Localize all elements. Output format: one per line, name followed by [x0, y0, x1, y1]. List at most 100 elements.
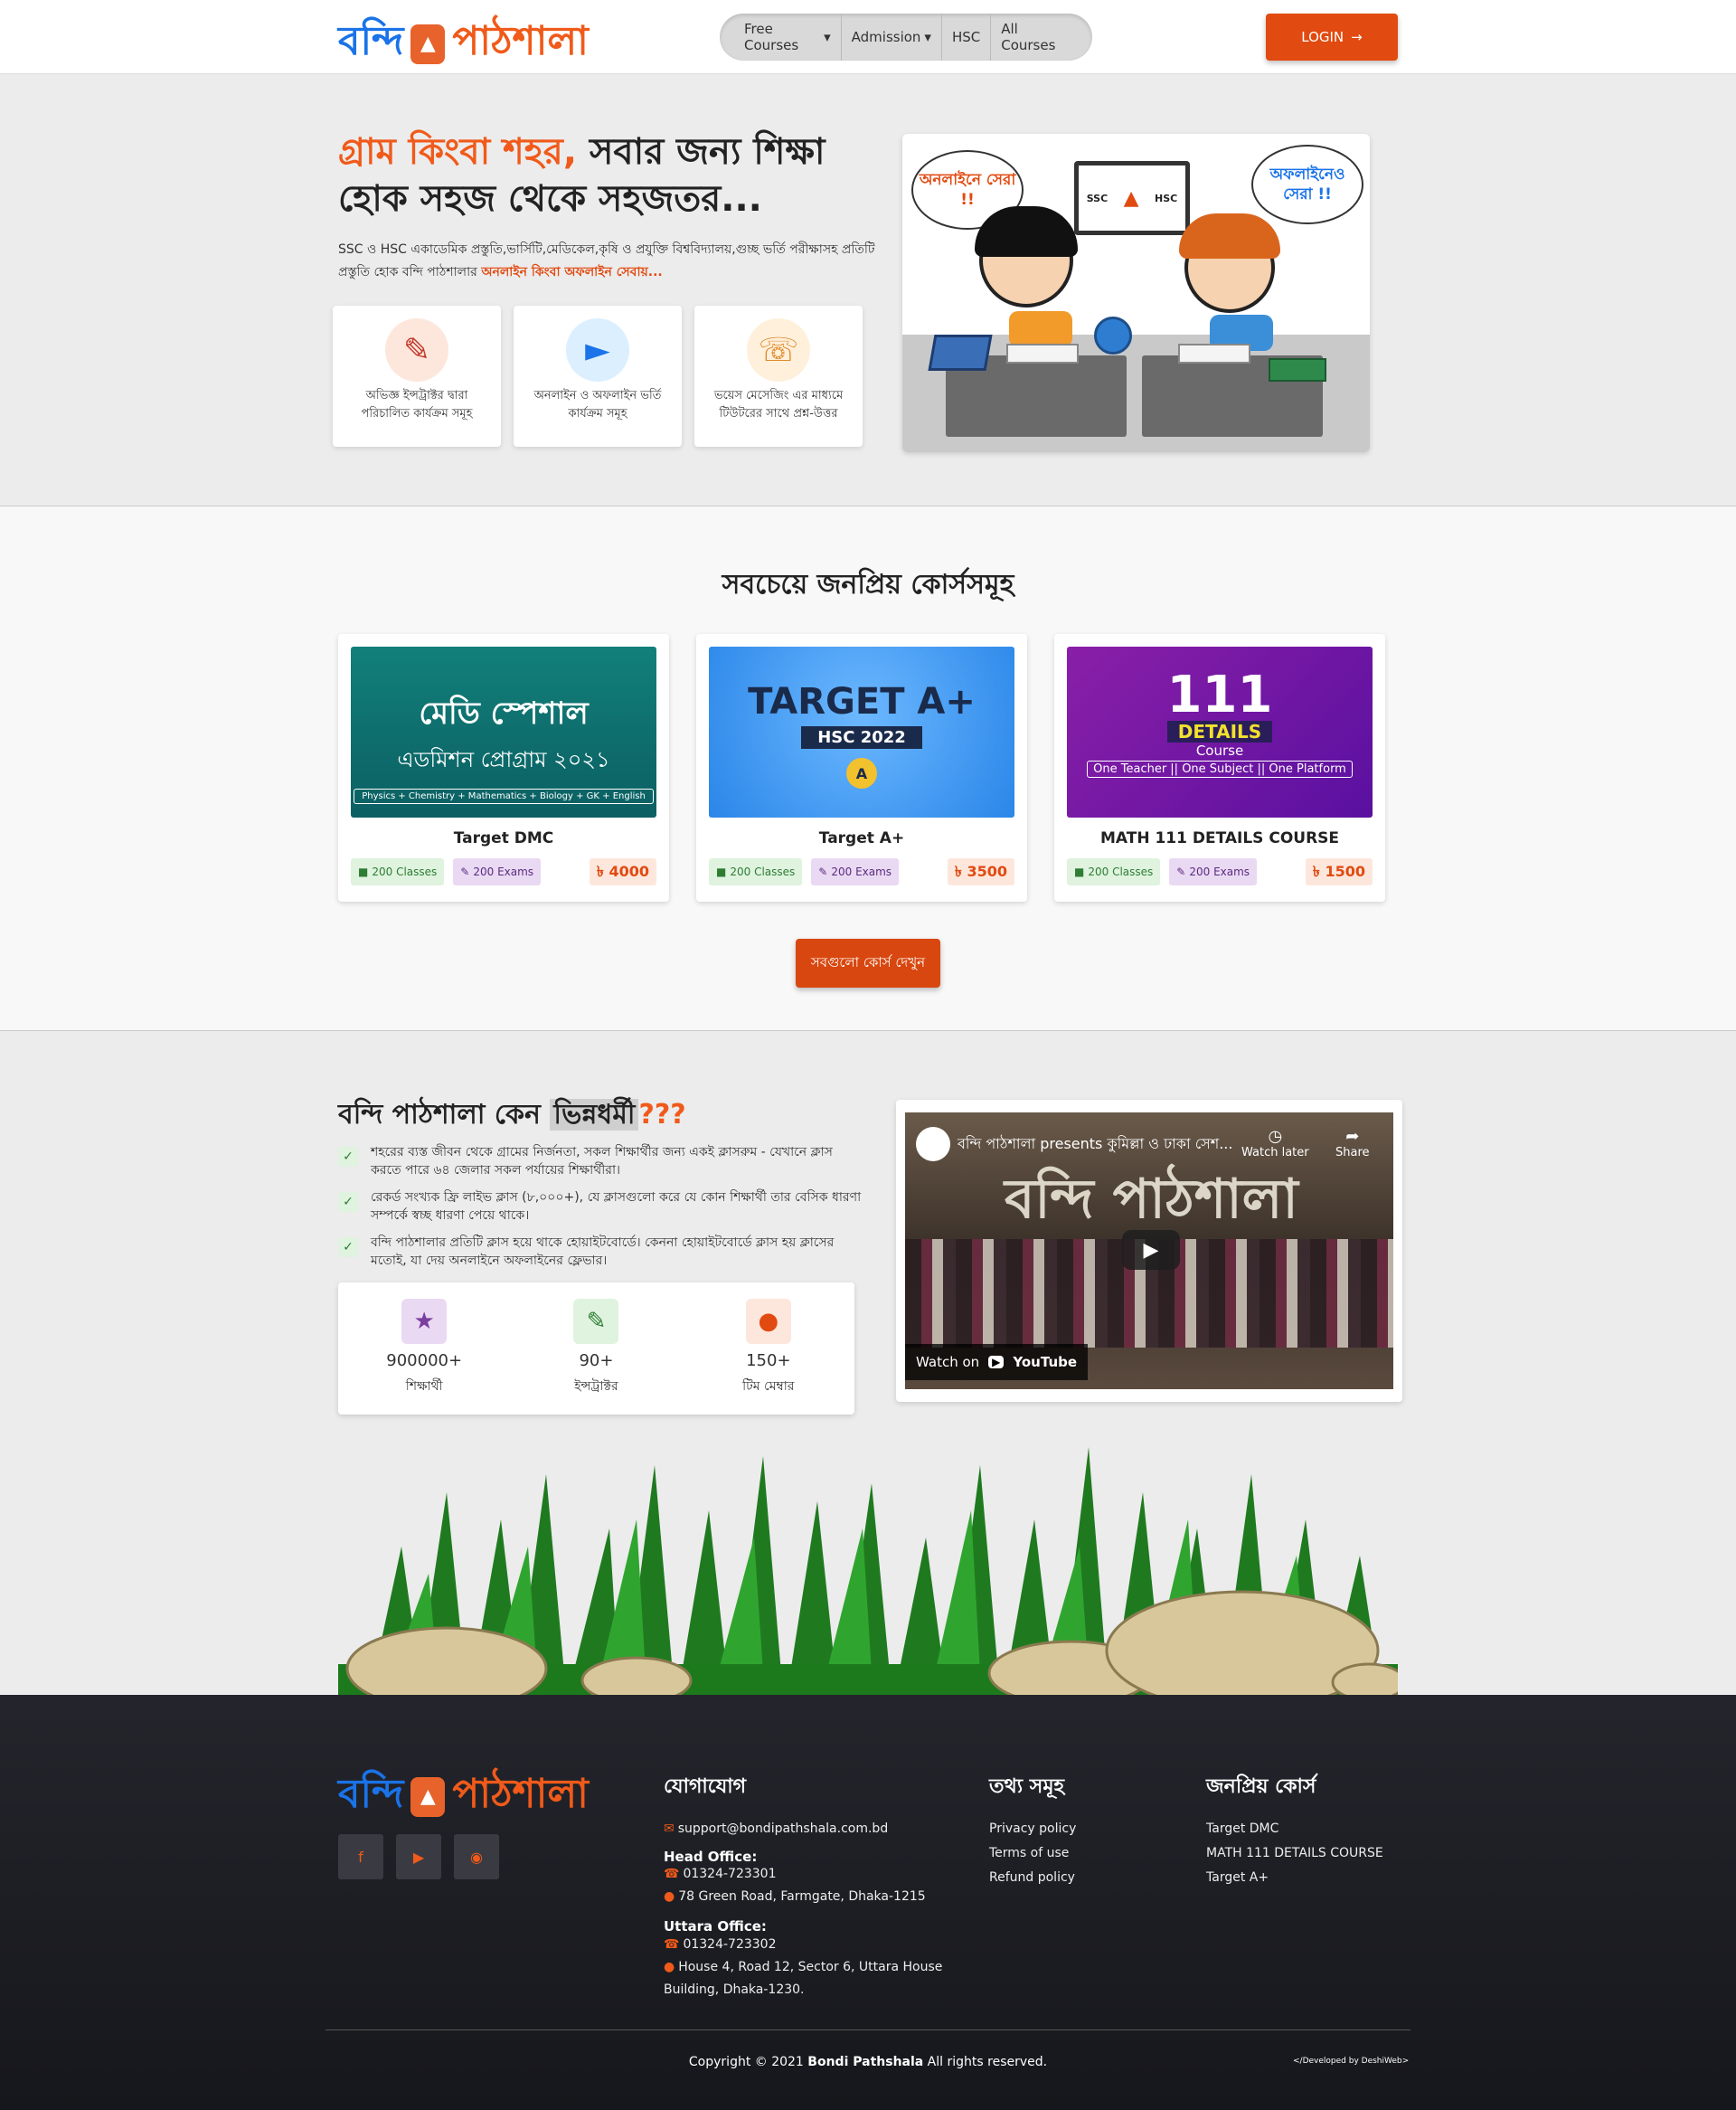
nav-all-courses-label: All Courses — [1001, 21, 1056, 53]
site-logo[interactable]: বন্দি ▲ পাঠশালা — [338, 11, 589, 77]
developer-credit[interactable]: </Developed by DeshiWeb> — [1293, 2057, 1409, 2066]
support-email[interactable]: ✉ support@bondipathshala.com.bd — [664, 1821, 888, 1836]
books-stack-icon — [1269, 358, 1326, 382]
video-title[interactable]: বন্দি পাঠশালা presents কুমিল্লা ও ঢাকা স… — [958, 1132, 1232, 1157]
refund-policy-link[interactable]: Refund policy — [989, 1870, 1075, 1885]
head-office-address: ● 78 Green Road, Farmgate, Dhaka-1215 — [664, 1889, 926, 1904]
head-office-label: Head Office: — [664, 1849, 758, 1865]
video-camera-icon: ■ — [358, 866, 369, 878]
watch-on-youtube-button[interactable]: Watch on ▶ YouTube — [905, 1344, 1089, 1380]
why-point: ✓ শহরের ব্যস্ত জীবন থেকে গ্রামের নির্জনতা… — [338, 1143, 863, 1179]
nav-admission[interactable]: Admission ▾ — [842, 14, 942, 61]
privacy-policy-link[interactable]: Privacy policy — [989, 1821, 1076, 1836]
classes-count: 200 Classes — [1088, 866, 1154, 878]
why-point: ✓ রেকর্ড সংখ্যক ফ্রি লাইভ ক্লাস (৮,০০০+),… — [338, 1188, 863, 1225]
hero-description: SSC ও HSC একাডেমিক প্রস্তুতি,ভার্সিটি,মে… — [338, 239, 881, 284]
grass-rocks-illustration — [338, 1447, 1398, 1700]
course-price: ৳ 3500 — [947, 858, 1014, 885]
phone-text: 01324-723301 — [683, 1867, 777, 1881]
video-frame[interactable]: বন্দি পাঠশালা বন্দি পাঠশালা presents কুম… — [905, 1112, 1393, 1389]
stat-label: ইন্সট্রাক্টর — [574, 1379, 618, 1394]
instagram-icon[interactable]: ◉ — [454, 1834, 499, 1879]
thumbnail-subtitle: DETAILS — [1166, 721, 1273, 743]
view-all-courses-button[interactable]: সবগুলো কোর্স দেখুন — [796, 939, 940, 988]
footer-course-link[interactable]: MATH 111 DETAILS COURSE — [1206, 1846, 1383, 1860]
phone-icon: ☎ — [664, 1937, 680, 1952]
channel-avatar[interactable] — [916, 1127, 950, 1161]
nav-admission-label: Admission — [851, 29, 921, 45]
watch-later-button[interactable]: ◷ Watch later — [1241, 1127, 1309, 1159]
thumbnail-subtitle-2: Course — [1195, 743, 1244, 759]
popular-courses-heading: জনপ্রিয় কোর্স — [1206, 1775, 1316, 1798]
email-text: support@bondipathshala.com.bd — [677, 1821, 889, 1836]
uttara-office-label: Uttara Office: — [664, 1918, 767, 1935]
exams-count: 200 Exams — [473, 866, 534, 878]
thumbnail-footer: One Teacher || One Subject || One Platfo… — [1087, 761, 1353, 778]
login-label: LOGIN — [1301, 29, 1344, 45]
nav-hsc[interactable]: HSC — [942, 14, 992, 61]
logo-owl-icon: ▲ — [410, 24, 446, 64]
classes-badge: ■ 200 Classes — [351, 858, 445, 885]
course-card-target-dmc[interactable]: মেডি স্পেশাল এডমিশন প্রোগ্রাম ২০২১ Physi… — [338, 634, 669, 902]
uttara-office-address-2: Building, Dhaka-1230. — [664, 1982, 805, 1997]
youtube-icon[interactable]: ▶ — [396, 1834, 441, 1879]
why-heading-question: ??? — [638, 1099, 686, 1131]
footer-course-link[interactable]: Target A+ — [1206, 1870, 1269, 1885]
owl-logo-icon: ▲ — [1123, 186, 1139, 210]
phone-text: 01324-723302 — [683, 1937, 777, 1952]
course-card-target-a-plus[interactable]: TARGET A+ HSC 2022 A Target A+ ■ 200 Clas… — [696, 634, 1027, 902]
uttara-office-phone[interactable]: ☎ 01324-723302 — [664, 1937, 776, 1952]
course-thumbnail: 111 DETAILS Course One Teacher || One Su… — [1067, 647, 1373, 818]
video-camera-icon: ■ — [1074, 866, 1085, 878]
course-name: MATH 111 DETAILS COURSE — [1099, 829, 1340, 847]
stat-number: 150+ — [746, 1351, 791, 1370]
facebook-icon[interactable]: f — [338, 1834, 383, 1879]
teacher-icon: ✎ — [385, 318, 448, 382]
copyright: Copyright © 2021 Bondi Pathshala All rig… — [0, 2055, 1736, 2069]
globe-icon — [1094, 317, 1132, 355]
team-icon: ● — [745, 1299, 791, 1344]
nav-all-courses[interactable]: All Courses — [991, 14, 1078, 61]
stats-card: ★ 900000+ শিক্ষার্থী ✎ 90+ ইন্সট্রাক্টর … — [338, 1282, 854, 1415]
book-icon — [1178, 344, 1250, 364]
logo-text-part1: বন্দি — [338, 1771, 404, 1817]
exam-edit-icon: ✎ — [1176, 866, 1186, 878]
why-heading-text: বন্দি পাঠশালা কেন — [338, 1099, 551, 1131]
hero-title-accent: গ্রাম কিংবা শহর, — [338, 131, 578, 173]
login-button[interactable]: LOGIN → — [1266, 14, 1398, 61]
classes-count: 200 Classes — [730, 866, 796, 878]
hero-title: গ্রাম কিংবা শহর, সবার জন্য শিক্ষা হোক সহ… — [338, 128, 863, 222]
exams-count: 200 Exams — [1189, 866, 1250, 878]
stat-instructors: ✎ 90+ ইন্সট্রাক্টর — [510, 1282, 682, 1415]
course-thumbnail: TARGET A+ HSC 2022 A — [709, 647, 1014, 818]
terms-of-use-link[interactable]: Terms of use — [989, 1846, 1069, 1860]
course-card-math-111[interactable]: 111 DETAILS Course One Teacher || One Su… — [1054, 634, 1385, 902]
classes-count: 200 Classes — [372, 866, 438, 878]
site-footer: বন্দি ▲ পাঠশালা f ▶ ◉ যোগাযোগ ✉ support@b… — [0, 1695, 1736, 2110]
copyright-prefix: Copyright © 2021 — [688, 2055, 808, 2069]
thumbnail-title: 111 — [1166, 666, 1273, 724]
chevron-down-icon: ▾ — [924, 29, 931, 45]
footer-logo[interactable]: বন্দি ▲ পাঠশালা — [338, 1764, 589, 1830]
a-plus-badge-icon: A — [846, 758, 877, 789]
classes-badge: ■ 200 Classes — [1067, 858, 1161, 885]
laptop-icon — [928, 335, 993, 371]
share-button[interactable]: ➦ Share — [1335, 1127, 1370, 1159]
exams-badge: ✎ 200 Exams — [453, 858, 542, 885]
main-nav: Free Courses ▾ Admission ▾ HSC All Courses — [720, 14, 1092, 61]
hero-illustration: অনলাইনে সেরা !! অফলাইনেও সেরা !! SSC ▲ HSC — [902, 134, 1370, 452]
why-point: ✓ বন্দি পাঠশালার প্রতিটি ক্লাস হয়ে থাকে … — [338, 1234, 863, 1270]
play-icon[interactable]: ▶ — [1122, 1230, 1180, 1270]
footer-course-link[interactable]: Target DMC — [1206, 1821, 1278, 1836]
nav-free-courses[interactable]: Free Courses ▾ — [734, 14, 842, 61]
course-price: ৳ 4000 — [589, 858, 656, 885]
exams-badge: ✎ 200 Exams — [1169, 858, 1258, 885]
feature-text: ভয়েস মেসেজিং এর মাধ্যমে টিউটরের সাথে প্… — [713, 389, 844, 421]
head-office-phone[interactable]: ☎ 01324-723301 — [664, 1867, 776, 1881]
thumbnail-title: TARGET A+ — [748, 681, 976, 723]
thumbnail-title: মেডি স্পেশাল — [419, 695, 589, 732]
course-name: Target DMC — [453, 829, 554, 847]
stat-team: ● 150+ টিম মেম্বার — [683, 1282, 854, 1415]
check-icon: ✓ — [338, 1147, 358, 1167]
check-icon: ✓ — [338, 1192, 358, 1212]
